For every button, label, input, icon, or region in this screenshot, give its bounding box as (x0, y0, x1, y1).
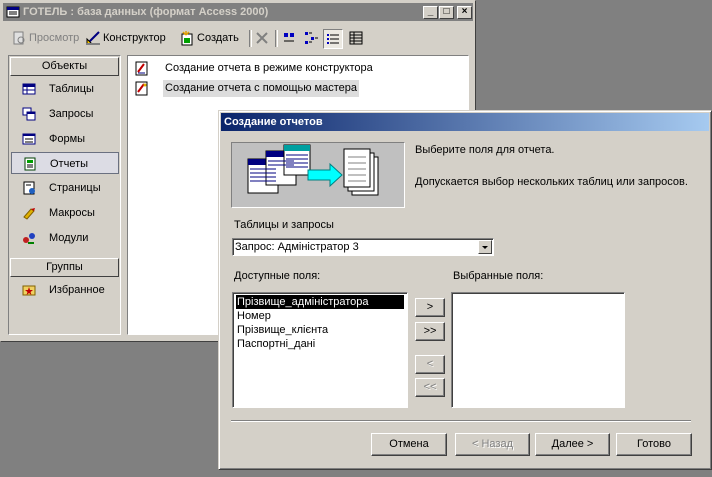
object-item-forms[interactable]: Формы (11, 128, 119, 150)
design-label: Конструктор (103, 32, 166, 44)
delete-icon (256, 32, 268, 44)
object-label: Формы (49, 133, 86, 145)
close-button[interactable]: × (457, 6, 472, 19)
wizard-instruction: Выберите поля для отчета. (415, 144, 555, 156)
available-field-item[interactable]: Паспортні_дані (236, 337, 316, 351)
maximize-button[interactable]: □ (439, 6, 454, 19)
cancel-button[interactable]: Отмена (371, 433, 447, 456)
objects-bar: Объекты Таблицы Запросы Формы Отчеты Стр… (8, 55, 121, 335)
wizard-illustration (231, 142, 405, 208)
view-icon (13, 31, 25, 45)
database-toolbar: Просмотр Конструктор Создать (3, 25, 473, 51)
remove-all-fields-button[interactable]: << (415, 378, 445, 397)
macro-icon (23, 208, 35, 220)
available-fields-label: Доступные поля: (234, 270, 321, 282)
view-label: Просмотр (29, 32, 80, 44)
table-icon (22, 83, 36, 95)
tables-queries-select[interactable]: Запрос: Адміністратор 3 (232, 238, 494, 256)
report-icon (24, 157, 36, 171)
large-icons-icon (284, 33, 294, 42)
selected-fields-label: Выбранные поля: (453, 270, 544, 282)
design-button[interactable]: Конструктор (85, 29, 166, 47)
module-icon (23, 233, 35, 244)
groups-header-button[interactable]: Группы (10, 258, 119, 277)
view-button[interactable]: Просмотр (11, 29, 79, 47)
next-button[interactable]: Далее > (535, 433, 610, 456)
details-view-icon (349, 31, 363, 45)
wizard-title-bar[interactable]: Создание отчетов (221, 113, 709, 131)
back-button[interactable]: < Назад (455, 433, 530, 456)
report-wizard-dialog: Создание отчетов Выберите поля для отчет… (218, 110, 712, 470)
small-icons-button[interactable] (301, 29, 321, 49)
available-field-item[interactable]: Прізвище_клієнта (236, 323, 329, 337)
details-view-button[interactable] (346, 29, 366, 49)
remove-field-button[interactable]: < (415, 355, 445, 374)
object-item-reports[interactable]: Отчеты (11, 152, 119, 174)
large-icons-button[interactable] (279, 29, 299, 49)
add-all-fields-button[interactable]: >> (415, 322, 445, 341)
toolbar-separator (275, 30, 278, 47)
tables-queries-label: Таблицы и запросы (234, 219, 334, 231)
object-label: Модули (49, 232, 89, 244)
report-wizard-icon (135, 81, 148, 96)
small-icons-icon (305, 32, 318, 44)
available-field-item[interactable]: Прізвище_адміністратора (235, 294, 405, 310)
create-icon (181, 31, 193, 46)
chevron-down-icon (482, 246, 488, 249)
list-item-label: Создание отчета с помощью мастера (163, 80, 360, 97)
object-label: Страницы (49, 182, 101, 194)
object-item-queries[interactable]: Запросы (11, 103, 119, 125)
page-icon (23, 181, 35, 195)
finish-button[interactable]: Готово (616, 433, 692, 456)
object-item-macros[interactable]: Макросы (11, 202, 119, 224)
list-view-icon (327, 34, 339, 44)
wizard-separator (231, 420, 691, 422)
favorites-icon (22, 285, 36, 296)
add-field-button[interactable]: > (415, 298, 445, 317)
create-button[interactable]: Создать (179, 29, 239, 47)
object-item-modules[interactable]: Модули (11, 227, 119, 249)
available-field-item[interactable]: Номер (236, 309, 272, 323)
wizard-title: Создание отчетов (224, 116, 323, 128)
object-item-pages[interactable]: Страницы (11, 177, 119, 199)
design-icon (86, 31, 100, 46)
objects-header-button[interactable]: Объекты (10, 57, 119, 76)
minimize-button[interactable]: _ (423, 6, 438, 19)
object-label: Макросы (49, 207, 95, 219)
list-view-button[interactable] (323, 29, 343, 49)
report-design-icon (135, 61, 148, 76)
wizard-hint: Допускается выбор нескольких таблиц или … (415, 176, 688, 188)
wizard-illustration-graphic (247, 144, 379, 196)
selected-fields-list[interactable] (451, 292, 625, 408)
dropdown-button[interactable] (478, 240, 492, 254)
tables-queries-value: Запрос: Адміністратор 3 (235, 241, 359, 253)
available-fields-list[interactable]: Прізвище_адміністратора Номер Прізвище_к… (232, 292, 408, 408)
favorites-label: Избранное (49, 284, 105, 296)
object-label: Запросы (49, 108, 94, 120)
favorites-item[interactable]: Избранное (11, 279, 119, 301)
delete-button[interactable] (252, 29, 272, 49)
database-title-bar[interactable]: ГОТЕЛЬ : база данных (формат Access 2000… (3, 3, 473, 21)
database-title: ГОТЕЛЬ : база данных (формат Access 2000… (23, 6, 269, 18)
form-icon (22, 133, 36, 145)
list-item-label: Создание отчета в режиме конструктора (165, 62, 373, 74)
database-app-icon (6, 6, 20, 18)
object-item-tables[interactable]: Таблицы (11, 78, 119, 100)
query-icon (22, 107, 36, 121)
create-label: Создать (197, 32, 239, 44)
object-label: Таблицы (49, 83, 94, 95)
object-label: Отчеты (50, 158, 89, 170)
